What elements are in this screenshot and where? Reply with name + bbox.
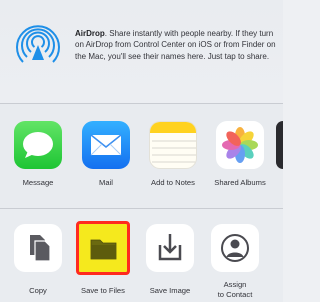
airdrop-section: AirDrop. Share instantly with people nea…: [0, 0, 283, 103]
save-image-icon: [146, 224, 194, 272]
more-app-icon[interactable]: [276, 121, 283, 169]
contact-icon: [211, 224, 259, 272]
action-label: Save to Files: [81, 286, 125, 295]
airdrop-icon: [16, 25, 60, 63]
action-label-line2: to Contact: [217, 290, 253, 299]
messages-icon: [14, 121, 62, 169]
share-sheet: AirDrop. Share instantly with people nea…: [0, 0, 283, 302]
app-label: Mail: [99, 178, 113, 187]
action-label-line1: Assign: [223, 280, 247, 289]
airdrop-body: . Share instantly with people nearby. If…: [75, 29, 276, 61]
airdrop-description: AirDrop. Share instantly with people nea…: [75, 28, 280, 62]
apps-row: Message Mail Add to Notes Shared Albums: [0, 104, 283, 208]
notes-icon: [149, 121, 197, 169]
app-label: Add to Notes: [151, 178, 195, 187]
app-label: Shared Albums: [214, 178, 266, 187]
mail-icon: [82, 121, 130, 169]
copy-icon: [14, 224, 62, 272]
app-label: Message: [22, 178, 54, 187]
folder-icon: [79, 224, 127, 272]
photos-icon: [216, 121, 264, 169]
airdrop-title: AirDrop: [75, 29, 105, 38]
